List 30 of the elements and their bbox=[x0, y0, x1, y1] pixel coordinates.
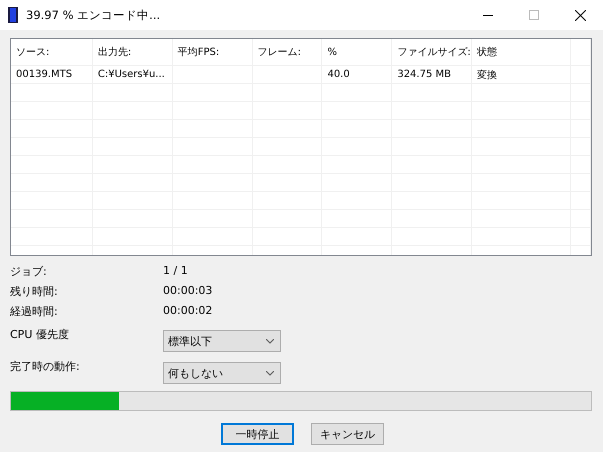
column-header[interactable]: ソース: bbox=[11, 39, 93, 65]
column-header[interactable]: % bbox=[322, 39, 392, 65]
table-cell: 324.75 MB bbox=[392, 66, 472, 83]
info-value: 00:00:02 bbox=[163, 304, 214, 319]
option-label: 完了時の動作: bbox=[10, 359, 81, 374]
window-title: 39.97 % エンコード中... bbox=[26, 8, 160, 22]
table-cell: 変換 bbox=[472, 66, 572, 83]
table-cell: C:¥Users¥u... bbox=[92, 66, 173, 83]
minimize-icon[interactable] bbox=[483, 14, 493, 16]
chevron-down-icon bbox=[266, 338, 274, 344]
column-header[interactable]: フレーム: bbox=[252, 39, 322, 65]
column-header[interactable]: 状態 bbox=[472, 39, 572, 65]
info-value: 1 / 1 bbox=[163, 264, 189, 279]
info-label: ジョブ: bbox=[10, 264, 48, 279]
option-label: CPU 優先度 bbox=[10, 327, 70, 342]
column-header[interactable]: 出力先: bbox=[92, 39, 173, 65]
cancel-button[interactable]: キャンセル bbox=[311, 423, 384, 445]
info-value: 00:00:03 bbox=[163, 284, 214, 299]
pause-button[interactable]: 一時停止 bbox=[221, 423, 294, 445]
table-cell: 40.0 bbox=[322, 66, 392, 83]
chevron-down-icon bbox=[266, 370, 274, 376]
table-cell: 00139.MTS bbox=[11, 66, 93, 83]
dropdown[interactable]: 何もしない bbox=[163, 362, 281, 384]
close-icon[interactable] bbox=[574, 10, 586, 20]
film-icon bbox=[8, 7, 18, 23]
column-header[interactable]: ファイルサイズ: bbox=[392, 39, 472, 65]
column-header[interactable]: 平均FPS: bbox=[172, 39, 253, 65]
info-label: 経過時間: bbox=[10, 304, 59, 319]
dropdown[interactable]: 標準以下 bbox=[163, 330, 281, 352]
info-label: 残り時間: bbox=[10, 284, 59, 299]
